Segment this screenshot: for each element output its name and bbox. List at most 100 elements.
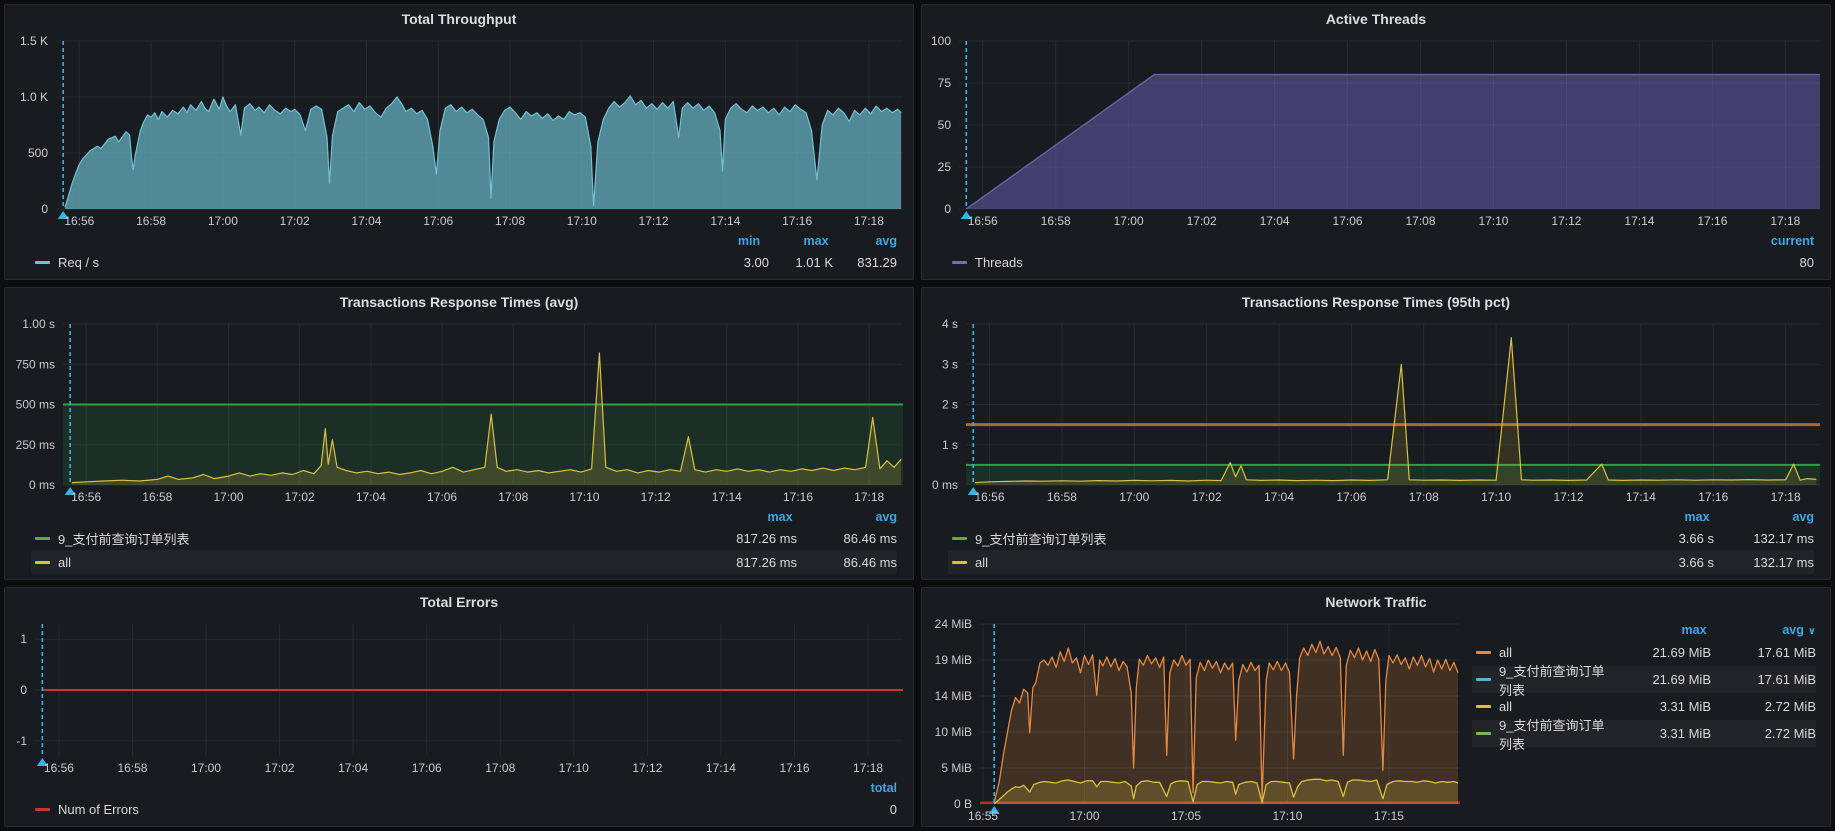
series-label: 9_支付前查询订单列表 xyxy=(58,529,189,548)
svg-text:16:56: 16:56 xyxy=(968,214,998,228)
panel-title-total-throughput[interactable]: Total Throughput xyxy=(5,5,913,33)
series-label: 9_支付前查询订单列表 xyxy=(975,529,1106,548)
network-traffic-chart[interactable]: 0 B5 MiB10 MiB14 MiB19 MiB24 MiB16:5517:… xyxy=(922,616,1470,826)
svg-text:17:16: 17:16 xyxy=(779,761,809,775)
stat-header-max[interactable]: max xyxy=(693,508,793,527)
panel-title-network-traffic[interactable]: Network Traffic xyxy=(922,588,1830,616)
svg-text:75: 75 xyxy=(938,76,952,90)
stat-header-current[interactable]: current xyxy=(1750,232,1814,251)
stat-value-max: 3.31 MiB xyxy=(1606,726,1711,741)
series-toggle-transaction[interactable]: 9_支付前查询订单列表 xyxy=(952,529,1614,548)
stat-header-avg[interactable]: avg∨ xyxy=(1711,621,1816,641)
svg-text:17:12: 17:12 xyxy=(632,761,662,775)
svg-text:16:55: 16:55 xyxy=(968,809,998,823)
series-color-dash-icon xyxy=(35,561,50,564)
stat-headers: max avg xyxy=(31,507,897,526)
svg-text:4 s: 4 s xyxy=(942,317,958,331)
legend-row: 9_支付前查询订单列表 817.26 ms 86.46 ms xyxy=(31,526,897,550)
stat-value-max: 3.66 s xyxy=(1614,531,1714,546)
svg-text:17:02: 17:02 xyxy=(280,214,310,228)
svg-text:17:14: 17:14 xyxy=(712,490,742,504)
svg-text:17:18: 17:18 xyxy=(1770,214,1800,228)
svg-text:17:02: 17:02 xyxy=(1187,214,1217,228)
stat-header-avg[interactable]: avg xyxy=(833,232,897,251)
panel-title-active-threads[interactable]: Active Threads xyxy=(922,5,1830,33)
stat-header-min[interactable]: min xyxy=(696,232,760,251)
legend-row: 9_支付前查询订单列表 21.69 MiB 17.61 MiB xyxy=(1472,666,1816,693)
stat-headers: min max avg xyxy=(31,231,897,250)
stat-value-max: 21.69 MiB xyxy=(1606,645,1711,660)
svg-text:1.00 s: 1.00 s xyxy=(22,317,55,331)
svg-text:17:12: 17:12 xyxy=(639,214,669,228)
stat-header-avg[interactable]: avg xyxy=(1714,508,1814,527)
series-toggle-num-errors[interactable]: Num of Errors xyxy=(35,802,833,817)
legend-row: 9_支付前查询订单列表 3.31 MiB 2.72 MiB xyxy=(1472,720,1816,747)
stat-header-max[interactable]: max xyxy=(1602,621,1707,640)
svg-text:17:08: 17:08 xyxy=(1405,214,1435,228)
svg-text:17:12: 17:12 xyxy=(1551,214,1581,228)
svg-text:17:12: 17:12 xyxy=(1553,490,1583,504)
svg-text:16:56: 16:56 xyxy=(44,761,74,775)
svg-text:17:10: 17:10 xyxy=(1272,809,1302,823)
panel-response-times-avg: Transactions Response Times (avg) 0 ms25… xyxy=(4,287,914,580)
stat-value-max: 817.26 ms xyxy=(697,531,797,546)
series-label: all xyxy=(1499,699,1512,714)
series-toggle-threads[interactable]: Threads xyxy=(952,255,1750,270)
series-color-dash-icon xyxy=(952,561,967,564)
svg-text:25: 25 xyxy=(938,160,952,174)
svg-text:17:08: 17:08 xyxy=(485,761,515,775)
total-errors-chart[interactable]: -10116:5616:5817:0017:0217:0417:0617:081… xyxy=(5,616,913,778)
stat-value-avg: 86.46 ms xyxy=(797,555,897,570)
svg-text:17:00: 17:00 xyxy=(191,761,221,775)
panel-active-threads: Active Threads 025507510016:5616:5817:00… xyxy=(921,4,1831,280)
panel-title-response-times-95pct[interactable]: Transactions Response Times (95th pct) xyxy=(922,288,1830,316)
total-throughput-chart[interactable]: 05001.0 K1.5 K16:5616:5817:0017:0217:041… xyxy=(5,33,913,231)
legend-row: Threads 80 xyxy=(948,250,1814,274)
stat-value-max: 21.69 MiB xyxy=(1606,672,1711,687)
series-toggle-all[interactable]: all xyxy=(952,555,1614,570)
series-toggle-all-sent[interactable]: all xyxy=(1476,699,1606,714)
stat-value-max: 3.31 MiB xyxy=(1606,699,1711,714)
svg-text:1.5 K: 1.5 K xyxy=(20,34,48,48)
panel-title-response-times-avg[interactable]: Transactions Response Times (avg) xyxy=(5,288,913,316)
svg-text:19 MiB: 19 MiB xyxy=(935,653,972,667)
stat-header-max[interactable]: max xyxy=(765,232,829,251)
svg-text:17:08: 17:08 xyxy=(498,490,528,504)
svg-text:17:10: 17:10 xyxy=(1478,214,1508,228)
svg-text:17:10: 17:10 xyxy=(569,490,599,504)
dashboard-grid: Total Throughput 05001.0 K1.5 K16:5616:5… xyxy=(0,0,1835,831)
panel-response-times-95pct: Transactions Response Times (95th pct) 0… xyxy=(921,287,1831,580)
svg-text:17:00: 17:00 xyxy=(213,490,243,504)
svg-text:16:58: 16:58 xyxy=(142,490,172,504)
svg-text:100: 100 xyxy=(931,34,951,48)
stat-value-avg: 2.72 MiB xyxy=(1711,726,1816,741)
series-color-dash-icon xyxy=(1476,705,1491,708)
svg-text:750 ms: 750 ms xyxy=(16,357,55,371)
series-toggle-transaction-received[interactable]: 9_支付前查询订单列表 xyxy=(1476,661,1606,699)
series-label: all xyxy=(1499,645,1512,660)
svg-text:16:58: 16:58 xyxy=(1047,490,1077,504)
active-threads-chart[interactable]: 025507510016:5616:5817:0017:0217:0417:06… xyxy=(922,33,1830,231)
series-toggle-transaction-sent[interactable]: 9_支付前查询订单列表 xyxy=(1476,715,1606,753)
svg-text:17:06: 17:06 xyxy=(427,490,457,504)
svg-text:17:18: 17:18 xyxy=(853,761,883,775)
stat-header-max[interactable]: max xyxy=(1610,508,1710,527)
svg-text:17:04: 17:04 xyxy=(338,761,368,775)
response-times-avg-chart[interactable]: 0 ms250 ms500 ms750 ms1.00 s16:5616:5817… xyxy=(5,316,913,507)
response-times-95pct-chart[interactable]: 0 ms1 s2 s3 s4 s16:5616:5817:0017:0217:0… xyxy=(922,316,1830,507)
stat-header-total[interactable]: total xyxy=(833,779,897,798)
panel-title-total-errors[interactable]: Total Errors xyxy=(5,588,913,616)
series-toggle-all-received[interactable]: all xyxy=(1476,645,1606,660)
stat-header-avg[interactable]: avg xyxy=(797,508,897,527)
panel-total-throughput: Total Throughput 05001.0 K1.5 K16:5616:5… xyxy=(4,4,914,280)
series-toggle-all[interactable]: all xyxy=(35,555,697,570)
series-toggle-transaction[interactable]: 9_支付前查询订单列表 xyxy=(35,529,697,548)
svg-text:16:58: 16:58 xyxy=(1041,214,1071,228)
stat-value-avg: 132.17 ms xyxy=(1714,555,1814,570)
svg-text:500 ms: 500 ms xyxy=(16,398,55,412)
svg-text:16:58: 16:58 xyxy=(117,761,147,775)
svg-text:16:56: 16:56 xyxy=(975,490,1005,504)
series-toggle-req-s[interactable]: Req / s xyxy=(35,255,705,270)
svg-text:17:00: 17:00 xyxy=(208,214,238,228)
svg-text:17:02: 17:02 xyxy=(265,761,295,775)
